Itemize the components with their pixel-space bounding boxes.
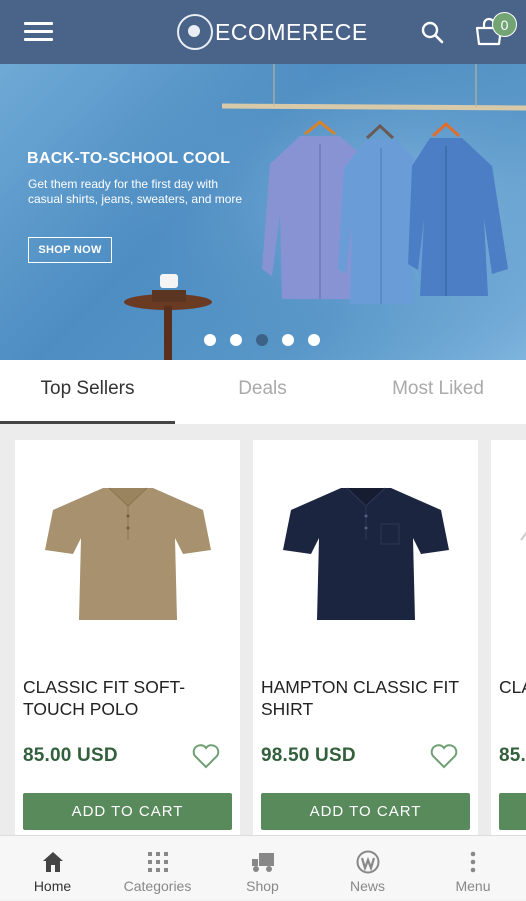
- product-card[interactable]: CLASSIC FIT SOFT-TOUCH POLO 85.00 USD AD…: [15, 440, 240, 835]
- nav-label: Home: [33, 878, 72, 894]
- nav-label: Menu: [455, 878, 491, 894]
- tab-top-sellers[interactable]: Top Sellers: [0, 360, 175, 424]
- tab-deals[interactable]: Deals: [175, 360, 350, 424]
- tab-most-liked[interactable]: Most Liked: [350, 360, 526, 424]
- product-name[interactable]: CLA POL: [499, 676, 526, 698]
- product-image: [45, 487, 211, 620]
- carousel-dot[interactable]: [282, 334, 294, 346]
- banner-shirts-image: [0, 64, 526, 360]
- cart-count-badge[interactable]: 0: [492, 12, 517, 37]
- product-card-partial[interactable]: CLA POL 85.: [491, 440, 526, 835]
- nav-menu[interactable]: Menu: [420, 836, 526, 901]
- nav-label: News: [349, 878, 385, 894]
- nav-news[interactable]: News: [315, 836, 420, 901]
- carousel-dot[interactable]: [204, 334, 216, 346]
- heart-icon[interactable]: [192, 743, 220, 769]
- carousel-dot-active[interactable]: [256, 334, 268, 346]
- top-app-bar: ECOMERECE 0: [0, 0, 526, 64]
- more-vertical-icon: [470, 851, 476, 873]
- product-name[interactable]: CLASSIC FIT SOFT-TOUCH POLO: [23, 676, 233, 720]
- product-price: 85.00 USD: [23, 745, 118, 766]
- nav-label: Categories: [123, 878, 192, 894]
- product-carousel[interactable]: CLASSIC FIT SOFT-TOUCH POLO 85.00 USD AD…: [0, 424, 526, 835]
- product-tabs: Top Sellers Deals Most Liked: [0, 360, 526, 424]
- logo-mark-icon: [177, 14, 213, 50]
- add-to-cart-button[interactable]: ADD TO CART: [23, 793, 232, 830]
- shop-now-button[interactable]: SHOP NOW: [28, 237, 112, 263]
- logo-text: ECOMERECE: [215, 18, 368, 45]
- product-image: [283, 487, 449, 620]
- product-price: 98.50 USD: [261, 745, 356, 766]
- product-image: [520, 531, 526, 541]
- banner-title: BACK-TO-SCHOOL COOL: [27, 150, 231, 167]
- heart-icon[interactable]: [430, 743, 458, 769]
- carousel-dot[interactable]: [308, 334, 320, 346]
- home-icon: [43, 852, 63, 872]
- truck-icon: [252, 853, 274, 872]
- nav-categories[interactable]: Categories: [105, 836, 210, 901]
- nav-shop[interactable]: Shop: [210, 836, 315, 901]
- product-price: 85.: [499, 745, 526, 766]
- brand-logo[interactable]: ECOMERECE: [177, 14, 368, 50]
- nav-label: Shop: [246, 878, 279, 894]
- carousel-dot[interactable]: [230, 334, 242, 346]
- hero-banner[interactable]: BACK-TO-SCHOOL COOL Get them ready for t…: [0, 64, 526, 360]
- product-name[interactable]: HAMPTON CLASSIC FIT SHIRT: [261, 676, 471, 720]
- hamburger-menu-icon[interactable]: [24, 22, 53, 42]
- banner-subtitle: Get them ready for the first day with ca…: [28, 177, 243, 206]
- nav-home[interactable]: Home: [0, 836, 105, 901]
- wordpress-icon: [356, 850, 380, 874]
- add-to-cart-button[interactable]: ADD TO CART: [261, 793, 470, 830]
- search-icon[interactable]: [420, 20, 444, 44]
- product-card[interactable]: HAMPTON CLASSIC FIT SHIRT 98.50 USD ADD …: [253, 440, 478, 835]
- carousel-indicators: [204, 334, 320, 346]
- grid-icon: [148, 852, 168, 872]
- add-to-cart-button[interactable]: [499, 793, 526, 830]
- bottom-navigation: Home Categories Shop News Menu: [0, 835, 526, 900]
